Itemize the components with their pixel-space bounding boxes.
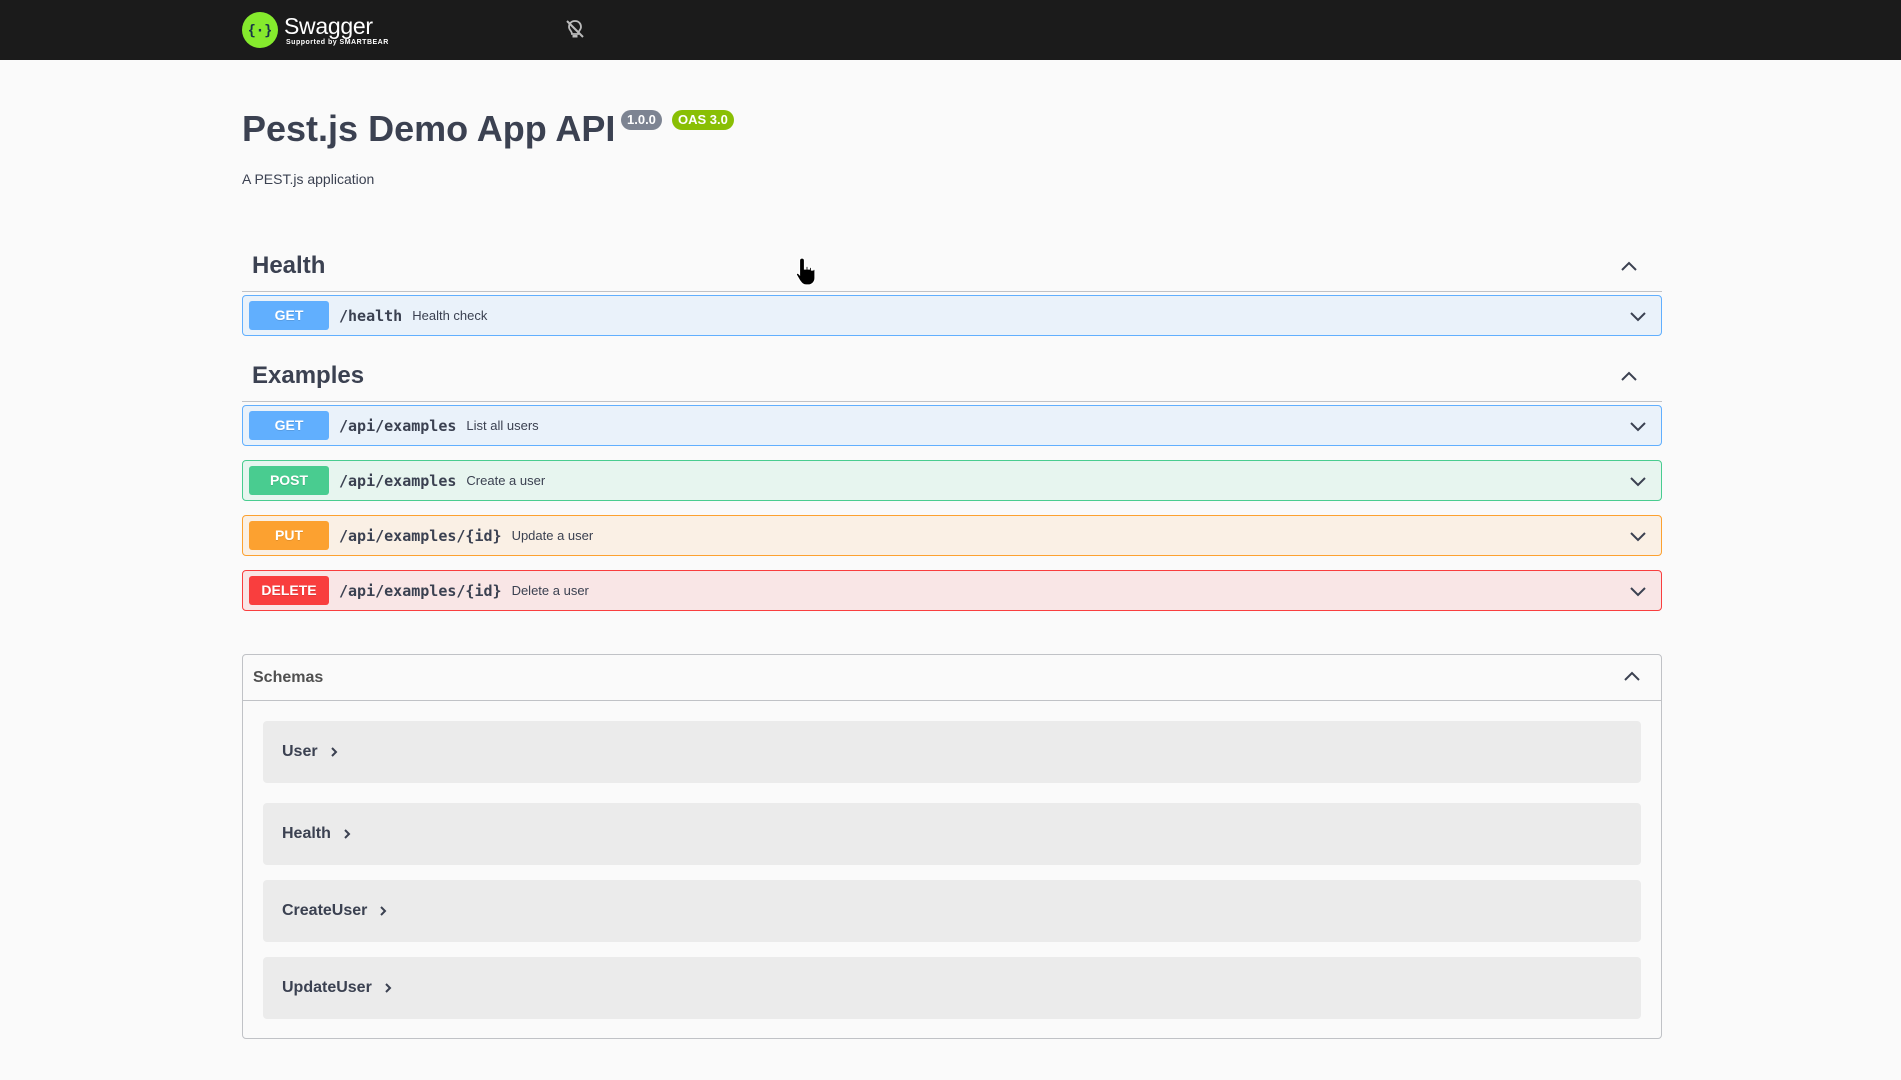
operation-summary: List all users xyxy=(466,418,539,433)
logo-sub: Supported by SMARTBEAR xyxy=(286,38,389,46)
tag-header-examples[interactable]: Examples xyxy=(242,350,1662,402)
lightbulb-off-icon[interactable] xyxy=(564,18,586,40)
operation-path: /api/examples/{id} xyxy=(339,581,502,600)
schemas-section: Schemas User Health CreateUser UpdateUse… xyxy=(242,654,1662,1039)
method-badge: GET xyxy=(249,411,329,440)
svg-text:{·}: {·} xyxy=(249,23,271,39)
operation-path: /health xyxy=(339,306,403,325)
operation-summary: Create a user xyxy=(466,473,546,488)
operation-put-example[interactable]: PUT /api/examples/{id} Update a user xyxy=(242,515,1662,556)
method-badge: POST xyxy=(249,466,329,495)
chevron-up-icon[interactable] xyxy=(1620,368,1638,386)
chevron-up-icon[interactable] xyxy=(1623,668,1641,686)
schema-name: User xyxy=(282,743,318,760)
schema-name: Health xyxy=(282,825,331,842)
tag-header-health[interactable]: Health xyxy=(242,240,1662,292)
topbar: {·} Swagger Supported by SMARTBEAR xyxy=(0,0,1901,60)
operation-post-examples[interactable]: POST /api/examples Create a user xyxy=(242,460,1662,501)
method-badge: DELETE xyxy=(249,576,329,605)
hand-cursor-icon xyxy=(795,257,816,286)
operation-path: /api/examples xyxy=(339,471,457,490)
schema-name: UpdateUser xyxy=(282,979,372,996)
chevron-down-icon[interactable] xyxy=(1629,472,1647,490)
schema-name: CreateUser xyxy=(282,902,368,919)
chevron-down-icon[interactable] xyxy=(1629,417,1647,435)
operation-path: /api/examples xyxy=(339,416,457,435)
schema-createuser[interactable]: CreateUser xyxy=(263,880,1641,942)
logo-name: Swagger xyxy=(284,12,373,39)
chevron-down-icon[interactable] xyxy=(1629,527,1647,545)
page-title: Pest.js Demo App API xyxy=(242,108,616,149)
operation-delete-example[interactable]: DELETE /api/examples/{id} Delete a user xyxy=(242,570,1662,611)
api-description: A PEST.js application xyxy=(242,171,375,187)
version-badge: 1.0.0 xyxy=(621,110,662,130)
schema-user[interactable]: User xyxy=(263,721,1641,783)
swagger-logo-icon: {·} xyxy=(242,12,278,48)
chevron-down-icon[interactable] xyxy=(1629,307,1647,325)
schemas-title: Schemas xyxy=(253,668,324,686)
operation-get-health[interactable]: GET /health Health check xyxy=(242,295,1662,336)
operation-summary: Health check xyxy=(412,308,488,323)
chevron-down-icon[interactable] xyxy=(1629,582,1647,600)
chevron-right-icon xyxy=(344,829,351,839)
chevron-right-icon xyxy=(385,983,392,993)
tag-name: Examples xyxy=(252,361,365,389)
oas-badge: OAS 3.0 xyxy=(672,110,734,130)
chevron-up-icon[interactable] xyxy=(1620,258,1638,276)
schema-updateuser[interactable]: UpdateUser xyxy=(263,957,1641,1019)
operation-get-examples[interactable]: GET /api/examples List all users xyxy=(242,405,1662,446)
method-badge: PUT xyxy=(249,521,329,550)
operation-summary: Delete a user xyxy=(511,583,589,598)
schema-health[interactable]: Health xyxy=(263,803,1641,865)
swagger-logo[interactable]: {·} Swagger Supported by SMARTBEAR xyxy=(242,9,389,51)
operation-path: /api/examples/{id} xyxy=(339,526,502,545)
operation-summary: Update a user xyxy=(511,528,594,543)
schemas-header[interactable]: Schemas xyxy=(243,655,1661,701)
method-badge: GET xyxy=(249,301,329,330)
chevron-right-icon xyxy=(330,747,337,757)
chevron-right-icon xyxy=(380,906,387,916)
tag-name: Health xyxy=(252,251,326,279)
